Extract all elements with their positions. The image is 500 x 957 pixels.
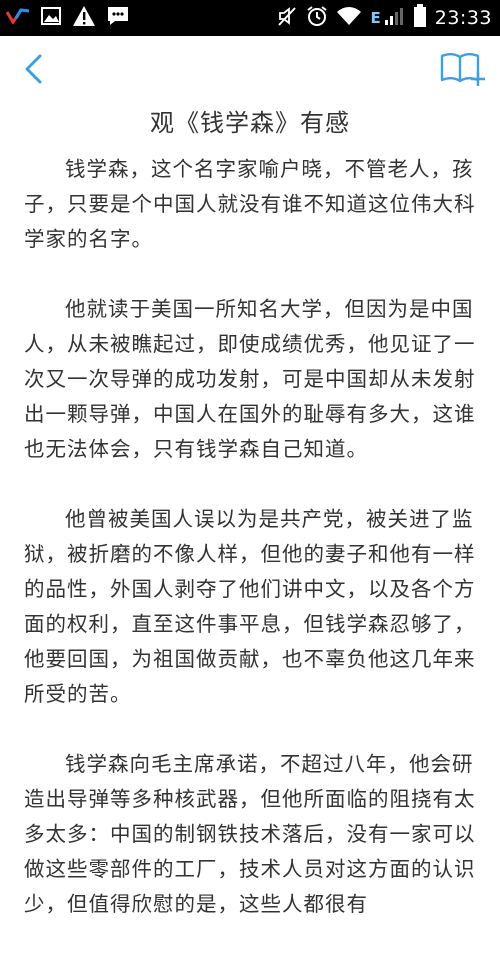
article-paragraph: 他就读于美国一所知名大学，但因为是中国人，从未被瞧起过，即使成绩优秀，他见证了一… [24, 297, 476, 461]
clock: 23:33 [434, 7, 492, 29]
add-bookmark-button[interactable] [438, 50, 486, 90]
status-bar-right: E 23:33 [276, 4, 492, 32]
image-icon [40, 6, 62, 30]
status-bar: E 23:33 [0, 0, 500, 36]
back-button[interactable] [18, 50, 58, 90]
app-notification-icon [5, 6, 30, 30]
mute-icon [276, 5, 298, 31]
status-bar-left [5, 5, 130, 31]
reader-toolbar [0, 36, 500, 100]
article-paragraph: 他曾被美国人误以为是共产党，被关进了监狱，被折磨的不像人样，但他的妻子和他有一样… [24, 507, 476, 706]
wifi-icon [336, 6, 362, 30]
network-type-label: E [370, 9, 381, 27]
book-add-icon [440, 53, 485, 86]
article-title: 观《钱学森》有感 [150, 109, 350, 137]
signal-icon [383, 5, 405, 31]
battery-icon [413, 4, 427, 32]
message-icon [106, 5, 130, 31]
article-paragraph: 钱学森，这个名字家喻户晓，不管老人，孩子，只要是个中国人就没有谁不知道这位伟大科… [24, 157, 476, 251]
article-body: 钱学森，这个名字家喻户晓，不管老人，孩子，只要是个中国人就没有谁不知道这位伟大科… [24, 152, 476, 957]
chevron-left-icon [25, 54, 42, 84]
alarm-icon [306, 5, 328, 31]
warning-icon [72, 5, 96, 31]
article-paragraph: 钱学森向毛主席承诺，不超过八年，他会研造出导弹等多种核武器，但他所面临的阻挠有太… [24, 752, 476, 916]
